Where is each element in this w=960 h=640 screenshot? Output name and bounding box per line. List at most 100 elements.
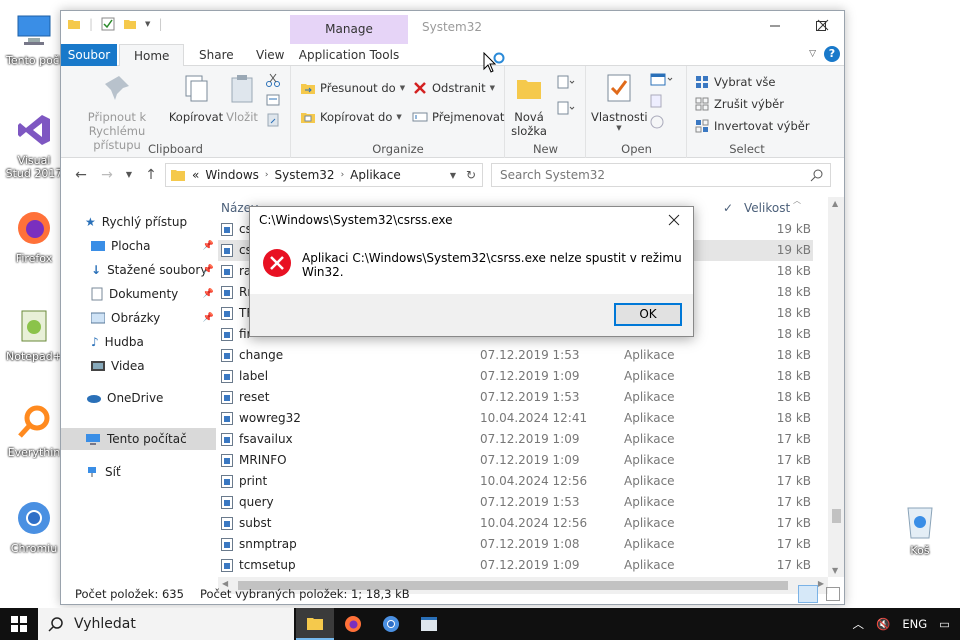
breadcrumb-aplikace[interactable]: Aplikace <box>350 168 401 182</box>
ok-button[interactable]: OK <box>614 303 682 326</box>
file-name-text: subst <box>239 516 272 530</box>
taskbar-file-explorer[interactable] <box>296 608 334 640</box>
ribbon-collapse-icon[interactable]: ▽ <box>809 49 816 59</box>
table-row[interactable]: query 07.12.2019 1:53 Aplikace 17 kB <box>218 492 813 513</box>
edit-icon[interactable] <box>649 93 665 109</box>
history-icon[interactable] <box>649 114 665 130</box>
taskbar-app-window[interactable] <box>410 608 448 640</box>
table-row[interactable]: tcmsetup 07.12.2019 1:09 Aplikace 17 kB <box>218 555 813 576</box>
back-arrow-icon: ← <box>75 167 87 183</box>
nav-quick-access[interactable]: ★ Rychlý přístup <box>85 211 187 233</box>
select-none-button[interactable]: Zrušit výběr <box>694 94 784 114</box>
forward-button[interactable]: → <box>97 165 117 185</box>
taskbar-firefox[interactable] <box>334 608 372 640</box>
search-input[interactable]: Search System32 <box>491 163 831 187</box>
breadcrumb-windows[interactable]: Windows <box>205 168 259 182</box>
show-hidden-icons-icon[interactable]: ︿ <box>853 616 865 632</box>
open-icon[interactable] <box>649 72 675 88</box>
file-size: 18 kB <box>776 264 811 278</box>
nav-onedrive[interactable]: OneDrive <box>85 387 163 409</box>
nav-pictures[interactable]: Obrázky 📌 <box>91 307 216 329</box>
new-folder-qat-icon[interactable] <box>123 17 137 31</box>
new-folder-button[interactable]: Nová složka <box>508 72 550 138</box>
table-row[interactable]: print 10.04.2024 12:56 Aplikace 17 kB <box>218 471 813 492</box>
volume-muted-icon[interactable]: 🔇 <box>876 617 890 631</box>
qat-customize-icon[interactable]: ▼ <box>145 20 150 28</box>
table-row[interactable]: MRINFO 07.12.2019 1:09 Aplikace 17 kB <box>218 450 813 471</box>
file-size: 17 kB <box>776 453 811 467</box>
tab-manage-header[interactable]: Manage <box>290 15 408 44</box>
cut-icon[interactable] <box>265 72 281 88</box>
taskbar-chromium[interactable] <box>372 608 410 640</box>
nav-documents[interactable]: Dokumenty 📌 <box>91 283 216 305</box>
dialog-close-button[interactable] <box>661 209 687 233</box>
start-button[interactable] <box>0 608 38 640</box>
copy-path-icon[interactable] <box>265 92 281 108</box>
file-date: 10.04.2024 12:56 <box>480 516 588 530</box>
new-item-icon[interactable] <box>556 74 576 92</box>
refresh-icon[interactable]: ↻ <box>466 168 476 182</box>
table-row[interactable]: subst 10.04.2024 12:56 Aplikace 17 kB <box>218 513 813 534</box>
nav-downloads[interactable]: ↓ Stažené soubory 📌 <box>91 259 216 281</box>
vertical-scroll-thumb[interactable] <box>832 509 841 523</box>
desktop-icon-recycle-bin[interactable]: Koš <box>880 498 960 557</box>
copy-button[interactable]: Kopírovat <box>167 72 225 124</box>
copy-to-button[interactable]: Kopírovat do ▼ <box>300 107 402 127</box>
breadcrumb-overflow[interactable]: « <box>192 168 199 182</box>
properties-button[interactable]: Vlastnosti ▼ <box>591 72 648 132</box>
notifications-icon[interactable]: ▭ <box>939 617 950 631</box>
tab-file[interactable]: Soubor <box>61 44 117 66</box>
address-bar[interactable]: « Windows › System32 › Aplikace ▼ ↻ <box>165 163 483 187</box>
search-placeholder: Search System32 <box>500 168 606 182</box>
table-row[interactable]: label 07.12.2019 1:09 Aplikace 18 kB <box>218 366 813 387</box>
table-row[interactable]: snmptrap 07.12.2019 1:08 Aplikace 17 kB <box>218 534 813 555</box>
properties-check-icon[interactable] <box>101 17 115 31</box>
new-folder-label: Nová složka <box>511 110 547 138</box>
move-to-button[interactable]: Přesunout do ▼ <box>300 78 405 98</box>
breadcrumb-system32[interactable]: System32 <box>275 168 335 182</box>
taskbar-search-box[interactable]: Vyhledat <box>38 608 294 640</box>
paste-shortcut-icon[interactable] <box>265 112 281 128</box>
nav-desktop[interactable]: Plocha 📌 <box>91 235 216 257</box>
table-row[interactable]: wowreg32 10.04.2024 12:41 Aplikace 18 kB <box>218 408 813 429</box>
vertical-scrollbar[interactable]: ▲ ▼ <box>828 197 844 577</box>
invert-selection-button[interactable]: Invertovat výběr <box>694 116 810 136</box>
back-button[interactable]: ← <box>71 165 91 185</box>
select-all-button[interactable]: Vybrat vše <box>694 72 775 92</box>
easy-access-icon[interactable] <box>556 100 576 118</box>
address-dropdown-icon[interactable]: ▼ <box>450 171 456 180</box>
scroll-up-icon[interactable]: ▲ <box>832 199 838 208</box>
large-icons-view-icon[interactable] <box>826 587 840 601</box>
nav-videos[interactable]: Videa <box>91 355 145 377</box>
tab-application-tools[interactable]: Application Tools <box>290 44 408 66</box>
paste-button[interactable]: Vložit <box>223 72 261 124</box>
close-button[interactable] <box>800 10 845 40</box>
clipboard-group-label: Clipboard <box>148 142 203 156</box>
language-indicator[interactable]: ENG <box>902 617 927 631</box>
column-header-size[interactable]: Velikost <box>744 197 790 219</box>
nav-music[interactable]: ♪ Hudba <box>91 331 144 353</box>
table-row[interactable]: reset 07.12.2019 1:53 Aplikace 18 kB <box>218 387 813 408</box>
toolbar-separator: | <box>158 17 163 31</box>
pin-quick-access-button[interactable]: Připnout k Rychlému přístupu <box>67 72 167 152</box>
recent-locations-button[interactable]: ▼ <box>119 165 139 185</box>
rename-button[interactable]: Přejmenovat <box>412 107 504 127</box>
nav-this-pc[interactable]: Tento počítač <box>61 428 216 450</box>
tab-share[interactable]: Share <box>185 44 248 66</box>
help-icon[interactable]: ? <box>824 46 840 62</box>
window-title: System32 <box>422 20 483 34</box>
tab-home[interactable]: Home <box>119 44 185 67</box>
file-date: 07.12.2019 1:09 <box>480 432 580 446</box>
up-button[interactable]: ↑ <box>141 165 161 185</box>
table-row[interactable]: change 07.12.2019 1:53 Aplikace 18 kB <box>218 345 813 366</box>
chevron-down-icon: ▼ <box>125 170 133 179</box>
scroll-down-icon[interactable]: ▼ <box>832 566 838 575</box>
nav-network[interactable]: Síť <box>85 461 121 483</box>
file-size: 18 kB <box>776 306 811 320</box>
ribbon-group-new: Nová složka New <box>506 66 586 158</box>
delete-button[interactable]: Odstranit ▼ <box>412 78 495 98</box>
details-view-icon[interactable] <box>798 585 818 603</box>
table-row[interactable]: fsavailux 07.12.2019 1:09 Aplikace 17 kB <box>218 429 813 450</box>
application-file-icon <box>221 223 233 236</box>
column-checkbox-icon[interactable]: ✓ <box>723 197 733 219</box>
